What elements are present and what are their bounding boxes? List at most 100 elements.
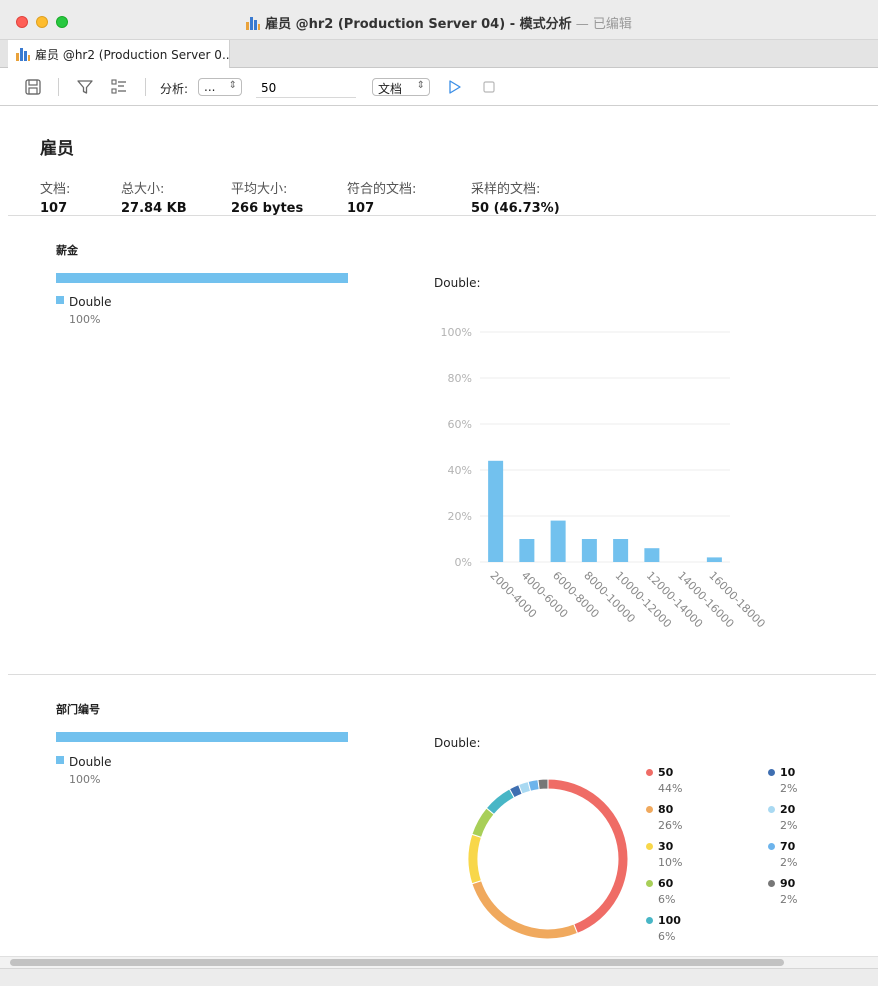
collection-title: 雇员 <box>40 139 74 159</box>
donut-legend: 50 44% 80 26% 30 10% 60 6% 100 6% 10 2% 20 2% 70 2% 90 2% <box>638 766 868 956</box>
y-tick-label: 0% <box>455 556 472 569</box>
legend-value: 60 <box>658 877 674 890</box>
sample-size-input[interactable] <box>256 78 356 98</box>
type-legend-swatch <box>56 756 64 764</box>
donut-slice[interactable] <box>547 778 629 935</box>
legend-dot <box>646 769 653 776</box>
type-legend-swatch <box>56 296 64 304</box>
window-title-edited: — 已编辑 <box>571 17 632 32</box>
field-list-icon[interactable] <box>110 78 128 96</box>
stop-icon[interactable] <box>480 78 498 96</box>
filter-icon[interactable] <box>76 78 94 96</box>
tab-schema-analysis[interactable]: 雇员 @hr2 (Production Server 0... <box>8 40 230 68</box>
toolbar-separator <box>145 78 146 96</box>
analyze-select[interactable]: ... ⇕ <box>198 78 242 96</box>
histogram-bar[interactable] <box>519 539 535 562</box>
stat-average-size: 平均大小: 266 bytes <box>231 182 304 216</box>
legend-value: 80 <box>658 803 674 816</box>
legend-percent: 6% <box>658 893 676 906</box>
legend-percent: 44% <box>658 782 683 795</box>
legend-dot <box>768 806 775 813</box>
legend-dot <box>646 880 653 887</box>
histogram-bar[interactable] <box>644 548 660 562</box>
histogram-chart: 0%20%40%60%80%100%2000-40004000-60006000… <box>441 326 768 630</box>
run-icon[interactable] <box>446 78 464 96</box>
legend-value: 20 <box>780 803 796 816</box>
chart-label: Double: <box>434 276 481 290</box>
legend-dot <box>646 917 653 924</box>
type-distribution-bar[interactable] <box>56 273 348 283</box>
y-tick-label: 20% <box>448 510 472 523</box>
window-title-text: 雇员 @hr2 (Production Server 04) - 模式分析 <box>265 17 572 32</box>
histogram-bar[interactable] <box>706 557 722 562</box>
window-title: 雇员 @hr2 (Production Server 04) - 模式分析 — … <box>0 13 878 32</box>
legend-dot <box>768 843 775 850</box>
donut-slice[interactable] <box>467 833 483 885</box>
schema-analysis-icon <box>246 17 261 30</box>
title-bar: 雇员 @hr2 (Production Server 04) - 模式分析 — … <box>0 0 878 40</box>
histogram-bar[interactable] <box>613 539 629 562</box>
histogram-bar[interactable] <box>488 460 504 562</box>
legend-percent: 10% <box>658 856 683 869</box>
donut-slice[interactable] <box>527 779 540 792</box>
chevron-updown-icon: ⇕ <box>228 80 237 91</box>
stat-documents: 文档: 107 <box>40 182 71 216</box>
toolbar-separator <box>58 78 59 96</box>
type-legend-percent: 100% <box>69 313 101 326</box>
stat-matched-documents: 符合的文档: 107 <box>347 182 417 216</box>
section-divider <box>8 674 876 675</box>
chart-label: Double: <box>434 736 481 750</box>
horizontal-scrollbar[interactable] <box>0 956 878 968</box>
legend-percent: 26% <box>658 819 683 832</box>
y-tick-label: 100% <box>441 326 472 339</box>
scrollbar-thumb[interactable] <box>10 959 784 966</box>
type-legend-label: Double <box>69 755 112 769</box>
sample-mode-select[interactable]: 文档 ⇕ <box>372 78 430 96</box>
legend-value: 30 <box>658 840 674 853</box>
tab-bar: 雇员 @hr2 (Production Server 0... <box>0 40 878 68</box>
y-tick-label: 60% <box>448 418 472 431</box>
legend-dot <box>768 769 775 776</box>
legend-value: 90 <box>780 877 796 890</box>
donut-slice[interactable] <box>471 880 579 940</box>
toolbar: 分析: ... ⇕ 文档 ⇕ <box>0 68 878 106</box>
donut-slice[interactable] <box>471 807 495 838</box>
type-distribution-bar[interactable] <box>56 732 348 742</box>
legend-value: 70 <box>780 840 796 853</box>
legend-percent: 2% <box>780 856 798 869</box>
sample-mode-value: 文档 <box>378 82 403 96</box>
legend-percent: 2% <box>780 782 798 795</box>
y-tick-label: 40% <box>448 464 472 477</box>
donut-slice[interactable] <box>485 788 515 816</box>
stat-total-size: 总大小: 27.84 KB <box>121 182 187 216</box>
legend-dot <box>646 843 653 850</box>
tab-label: 雇员 @hr2 (Production Server 0... <box>35 48 230 62</box>
legend-percent: 2% <box>780 819 798 832</box>
schema-analysis-icon <box>16 48 30 61</box>
field-name: 薪金 <box>56 244 78 257</box>
section-divider <box>8 215 876 216</box>
histogram-bar[interactable] <box>581 539 597 562</box>
type-legend-label: Double <box>69 295 112 309</box>
stat-sampled-documents: 采样的文档: 50 (46.73%) <box>471 182 560 216</box>
legend-value: 100 <box>658 914 681 927</box>
y-tick-label: 80% <box>448 372 472 385</box>
analyze-label: 分析: <box>160 82 189 96</box>
app-window: 雇员 @hr2 (Production Server 04) - 模式分析 — … <box>0 0 878 986</box>
histogram-bar[interactable] <box>550 520 566 562</box>
legend-value: 10 <box>780 766 796 779</box>
analyze-select-value: ... <box>204 80 216 94</box>
type-legend-percent: 100% <box>69 773 101 786</box>
donut-slice[interactable] <box>537 778 549 791</box>
save-icon[interactable] <box>24 78 42 96</box>
legend-dot <box>768 880 775 887</box>
donut-chart <box>467 778 629 940</box>
status-bar <box>0 968 878 986</box>
legend-percent: 2% <box>780 893 798 906</box>
legend-value: 50 <box>658 766 674 779</box>
chevron-updown-icon: ⇕ <box>416 80 425 91</box>
legend-percent: 6% <box>658 930 676 943</box>
legend-dot <box>646 806 653 813</box>
schema-report: 雇员 文档: 107 总大小: 27.84 KB 平均大小: 266 bytes… <box>8 106 876 956</box>
field-name: 部门编号 <box>56 703 100 716</box>
